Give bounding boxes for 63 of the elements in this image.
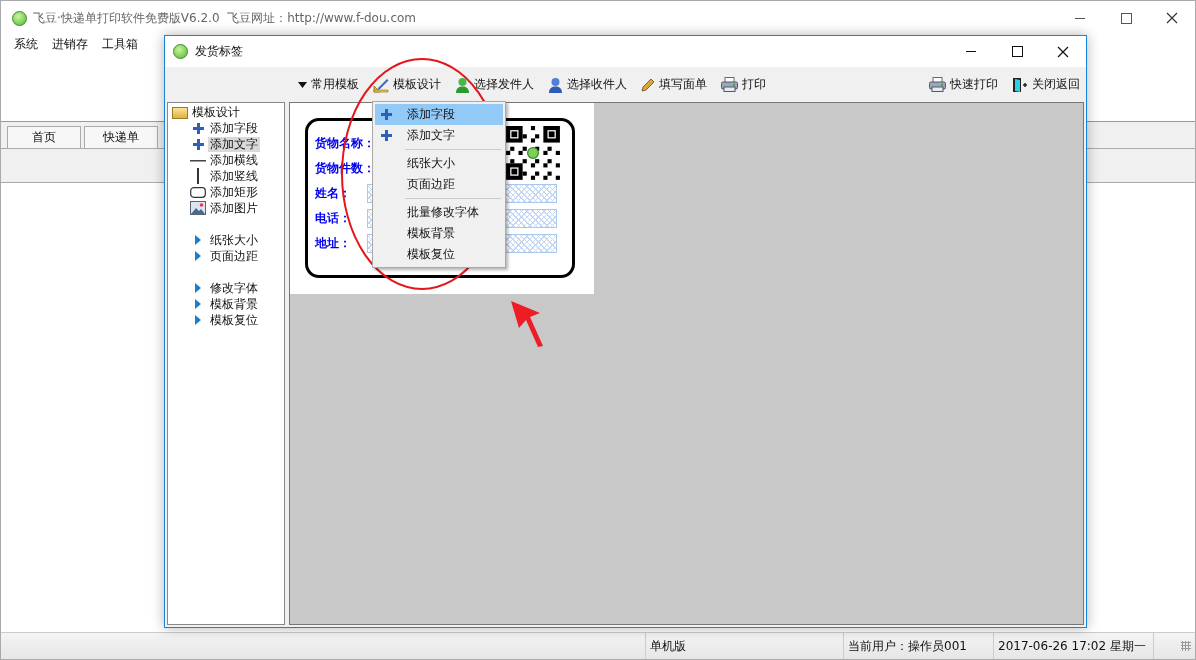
menu-item[interactable]: 工具箱 — [95, 35, 145, 53]
menu-item[interactable]: 添加字段 — [375, 104, 503, 125]
tree-item[interactable]: 模板设计 — [172, 105, 284, 120]
tree-item[interactable]: 添加文字 — [208, 136, 260, 152]
toolbar-button[interactable]: 快速打印 — [929, 76, 998, 93]
tree-item[interactable]: 添加横线 — [208, 152, 260, 168]
plus-icon — [192, 122, 204, 134]
tree-item[interactable]: 添加图片 — [208, 200, 260, 216]
plus-icon — [381, 130, 392, 141]
dialog-logo-icon — [173, 44, 188, 59]
tree-item[interactable]: 添加字段 — [208, 120, 260, 136]
tab[interactable]: 快递单 — [84, 126, 158, 148]
toolbar-button[interactable]: 关闭返回 — [1012, 76, 1080, 93]
tree-item[interactable]: 修改字体 — [208, 280, 260, 296]
tree-item[interactable]: 模板背景 — [208, 296, 260, 312]
folder-icon — [172, 106, 188, 119]
status-text: 单机版 — [646, 633, 844, 659]
close-icon — [1166, 12, 1178, 24]
menu-item[interactable]: 纸张大小 — [375, 153, 503, 174]
pencil-icon — [641, 77, 655, 92]
resize-grip-icon[interactable] — [1181, 641, 1191, 651]
toolbar-button[interactable]: 选择收件人 — [548, 76, 627, 93]
person-icon — [548, 76, 563, 93]
ruler-pencil-icon — [373, 76, 389, 93]
menu-item[interactable]: 模板背景 — [375, 223, 503, 244]
window-title: 飞豆·快递单打印软件免费版V6.2.0 飞豆网址：http://www.f-dou.com — [33, 9, 416, 27]
field-label: 姓名： — [315, 184, 352, 202]
tree-item[interactable]: 模板复位 — [208, 312, 260, 328]
status-text: 当前用户：操作员001 — [844, 633, 994, 659]
rectangle-icon — [190, 186, 206, 198]
person-icon — [455, 76, 470, 93]
tree-item[interactable]: 添加竖线 — [208, 168, 260, 184]
close-icon — [1057, 45, 1069, 58]
tree-item[interactable]: 添加矩形 — [208, 184, 260, 200]
line-icon — [190, 158, 206, 162]
line-icon — [196, 168, 200, 184]
menu-item[interactable]: 进销存 — [45, 35, 95, 53]
plus-icon — [381, 109, 392, 120]
toolbar-button[interactable]: 选择发件人 — [455, 76, 534, 93]
caret-icon — [298, 81, 307, 88]
picture-icon — [190, 201, 206, 215]
menu-item[interactable]: 页面边距 — [375, 174, 503, 195]
tree-item[interactable]: 纸张大小 — [208, 232, 260, 248]
field-label: 电话： — [315, 209, 352, 227]
dialog-title: 发货标签 — [195, 43, 243, 60]
menu-item[interactable]: 模板复位 — [375, 244, 503, 265]
printer-icon — [929, 77, 946, 92]
toolbar-button[interactable]: 填写面单 — [641, 76, 707, 93]
menu-item[interactable]: 系统 — [7, 35, 45, 53]
status-text: 2017-06-26 17:02 星期一 — [994, 633, 1154, 659]
door-exit-icon — [1012, 76, 1028, 93]
toolbar-button[interactable]: 打印 — [721, 76, 766, 93]
printer-icon — [721, 77, 738, 92]
toolbar-button[interactable]: 模板设计 — [373, 76, 441, 93]
app-logo-icon — [12, 10, 27, 26]
field-label: 地址： — [315, 234, 352, 252]
tab[interactable]: 首页 — [7, 126, 81, 148]
menu-item[interactable]: 添加文字 — [375, 125, 503, 146]
toolbar-button[interactable]: 常用模板 — [298, 76, 359, 93]
annotation-arrow — [510, 300, 544, 348]
plus-icon — [192, 138, 204, 150]
tree-item[interactable]: 页面边距 — [208, 248, 260, 264]
menu-item[interactable]: 批量修改字体 — [375, 202, 503, 223]
